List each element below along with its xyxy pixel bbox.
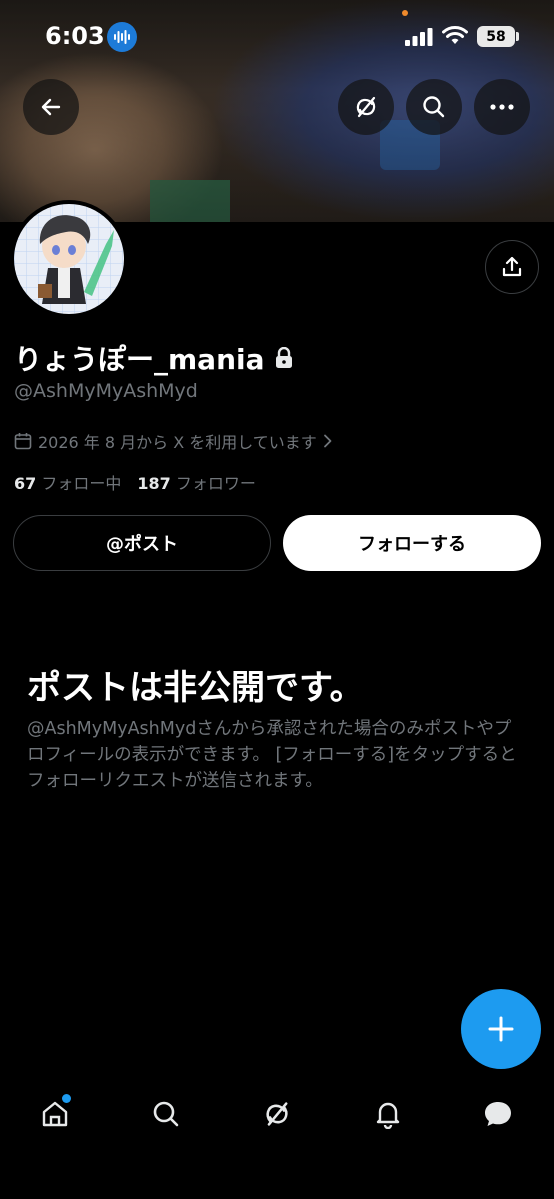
share-button[interactable] [485, 240, 539, 294]
private-notice-body: @AshMyMyAshMydさんから承認された場合のみポストやプロフィールの表示… [27, 719, 517, 791]
home-indicator [205, 1184, 350, 1189]
privacy-dot [402, 10, 408, 16]
more-icon [490, 104, 514, 110]
search-icon [153, 1101, 179, 1127]
battery-indicator: 58 [477, 26, 515, 47]
joined-text: 2026 年 8 月から X を利用しています [38, 433, 317, 452]
avatar-image [14, 204, 124, 314]
calendar-icon [14, 433, 32, 450]
profile-handle: @AshMyMyAshMyd [14, 380, 198, 402]
messages-icon [485, 1102, 511, 1126]
bottom-tab-bar [0, 1080, 554, 1150]
followers-label: フォロワー [175, 474, 256, 493]
display-name: りょうぽー_mania [14, 343, 265, 376]
tab-search[interactable] [146, 1094, 186, 1134]
compose-button[interactable] [461, 989, 541, 1069]
follow-button[interactable]: フォローする [283, 515, 541, 571]
following-count: 67 [14, 474, 37, 493]
battery-tip [516, 32, 519, 41]
tab-grok[interactable] [257, 1094, 297, 1134]
private-notice-title: ポストは非公開です。 [27, 668, 364, 708]
plus-icon [488, 1016, 514, 1042]
status-bar: 6:03 58 [0, 0, 554, 70]
tab-notifications[interactable] [368, 1094, 408, 1134]
cellular-signal-icon [405, 28, 433, 50]
chevron-right-icon [323, 434, 332, 448]
grok-icon [266, 1102, 288, 1126]
audio-indicator-icon [107, 22, 137, 52]
lock-icon [275, 347, 292, 368]
follow-stats: 67 フォロー中 187 フォロワー [14, 470, 256, 494]
home-icon [42, 1101, 68, 1127]
mention-post-button[interactable]: @ポスト [13, 515, 271, 571]
followers-count: 187 [137, 474, 171, 493]
share-icon [502, 256, 522, 277]
status-time: 6:03 [45, 22, 105, 50]
tab-messages[interactable] [478, 1094, 518, 1134]
following-label: フォロー中 [41, 474, 122, 493]
grok-button[interactable] [338, 79, 394, 135]
following-link[interactable]: 67 フォロー中 [14, 474, 121, 493]
search-icon [423, 96, 445, 118]
avatar[interactable] [10, 200, 128, 318]
home-unread-dot [62, 1094, 71, 1103]
more-button[interactable] [474, 79, 530, 135]
notifications-icon [376, 1102, 400, 1129]
wifi-icon [442, 26, 468, 50]
followers-link[interactable]: 187 フォロワー [137, 474, 256, 493]
search-button[interactable] [406, 79, 462, 135]
profile-name-row: りょうぽー_mania [14, 338, 293, 378]
back-arrow-icon [41, 98, 61, 116]
back-button[interactable] [23, 79, 79, 135]
joined-date[interactable]: 2026 年 8 月から X を利用しています [14, 429, 333, 453]
grok-icon [356, 96, 376, 118]
